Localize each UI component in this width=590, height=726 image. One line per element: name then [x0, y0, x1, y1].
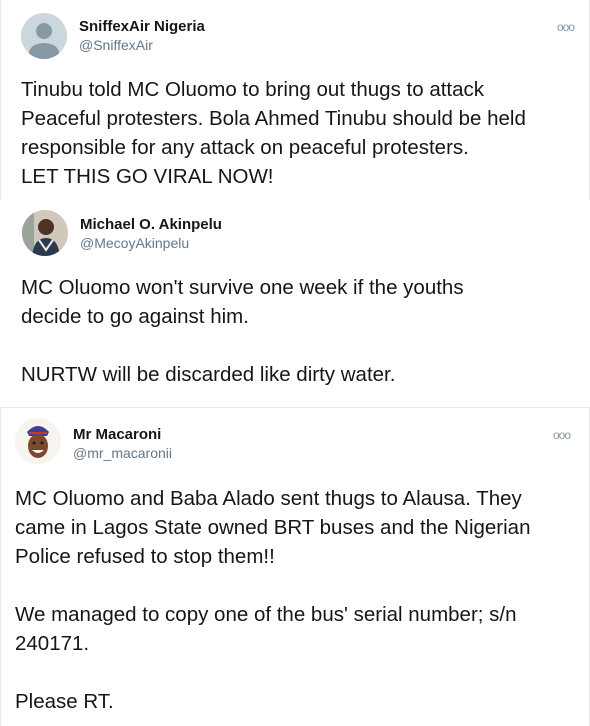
tweet-mr-macaroni[interactable]: Mr Macaroni @mr_macaronii ooo MC Oluomo … — [0, 407, 590, 726]
tweet-text-line: came in Lagos State owned BRT buses and … — [15, 516, 531, 539]
tweet-text-line: We managed to copy one of the bus' seria… — [15, 603, 517, 626]
author-handle[interactable]: @mr_macaronii — [73, 445, 172, 461]
tweet-michael-akinpelu[interactable]: Michael O. Akinpelu @MecoyAkinpelu MC Ol… — [0, 200, 590, 407]
profile-photo-avatar[interactable] — [15, 418, 61, 464]
tweet-text-line: decide to go against him. — [21, 305, 249, 328]
tweet-text-line: Peaceful protesters. Bola Ahmed Tinubu s… — [21, 107, 526, 130]
author-name[interactable]: SniffexAir Nigeria — [79, 18, 205, 35]
tweet-text: MC Oluomo and Baba Alado sent thugs to A… — [15, 484, 530, 716]
tweet-sniffexair[interactable]: SniffexAir Nigeria @SniffexAir ooo Tinub… — [0, 0, 590, 200]
author-name[interactable]: Michael O. Akinpelu — [80, 216, 222, 233]
tweet-text-line: responsible for any attack on peaceful p… — [21, 136, 469, 159]
author-handle[interactable]: @SniffexAir — [79, 37, 153, 53]
tweet-text-line: Tinubu told MC Oluomo to bring out thugs… — [21, 78, 485, 101]
tweet-text-line: MC Oluomo won't survive one week if the … — [21, 276, 464, 299]
tweet-text: Tinubu told MC Oluomo to bring out thugs… — [21, 75, 526, 191]
tweet-text-line: Please RT. — [15, 690, 114, 713]
author-handle[interactable]: @MecoyAkinpelu — [80, 235, 189, 251]
tweet-text-line: LET THIS GO VIRAL NOW! — [21, 165, 274, 188]
tweet-text: MC Oluomo won't survive one week if the … — [21, 273, 464, 389]
author-name[interactable]: Mr Macaroni — [73, 426, 161, 443]
more-options-icon[interactable]: ooo — [557, 20, 575, 34]
more-options-icon[interactable]: ooo — [553, 428, 571, 442]
tweet-text-line: Police refused to stop them!! — [15, 545, 275, 568]
tweet-text-line: MC Oluomo and Baba Alado sent thugs to A… — [15, 487, 522, 510]
tweet-text-line: NURTW will be discarded like dirty water… — [21, 363, 396, 386]
default-avatar-icon[interactable] — [21, 13, 67, 59]
profile-photo-avatar[interactable] — [22, 210, 68, 256]
tweet-text-line: 240171. — [15, 632, 90, 655]
